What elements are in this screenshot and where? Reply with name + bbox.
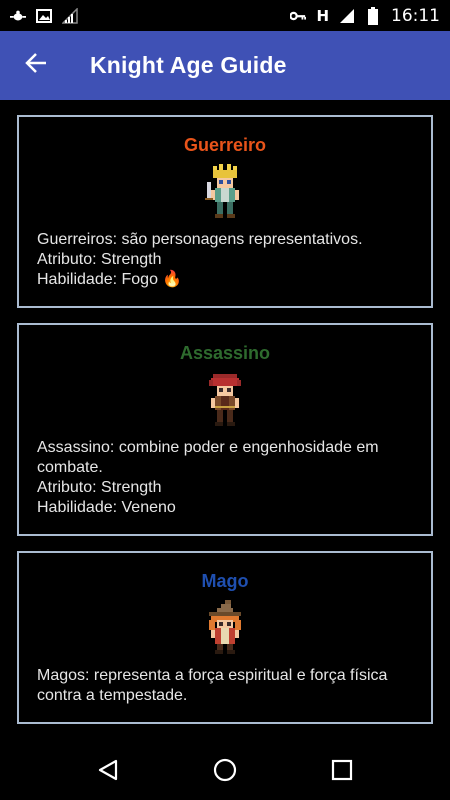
card-description: Assassino: combine poder e engenhosidade… — [37, 439, 379, 476]
class-card-assassino: Assassino Assassino: combine poder e eng… — [17, 323, 433, 536]
card-attribute: Atributo: Strength — [37, 479, 162, 496]
nav-recents-button[interactable] — [317, 745, 367, 795]
key-icon — [290, 8, 307, 24]
card-title: Mago — [201, 571, 249, 591]
class-list[interactable]: Guerreiro Guerreiros: são personagens re… — [0, 100, 450, 740]
assassin-sprite — [209, 374, 241, 426]
card-description: Magos: representa a força espiritual e f… — [37, 667, 388, 704]
signal-empty-icon — [62, 7, 78, 24]
card-title: Guerreiro — [183, 135, 267, 155]
warrior-sprite — [205, 164, 239, 218]
nav-back-button[interactable] — [83, 745, 133, 795]
card-ability: Habilidade: Veneno — [37, 499, 176, 516]
page-title: Knight Age Guide — [90, 52, 287, 78]
network-type-label: H — [316, 6, 329, 25]
system-nav-bar — [0, 740, 450, 800]
card-description: Guerreiros: são personagens representati… — [37, 231, 363, 248]
arrow-left-icon — [25, 53, 47, 78]
signal-icon — [339, 8, 355, 24]
circle-home-icon — [213, 758, 237, 782]
card-title: Assassino — [179, 343, 271, 363]
battery-icon — [365, 6, 381, 25]
clock: 16:11 — [391, 5, 440, 26]
class-card-mago: Mago Magos: representa a força espiritua… — [17, 551, 433, 724]
status-bar: H 16:11 — [0, 0, 450, 31]
mage-sprite — [209, 600, 241, 654]
triangle-back-icon — [99, 759, 118, 781]
app-bar: Knight Age Guide — [0, 31, 450, 100]
nav-home-button[interactable] — [200, 745, 250, 795]
image-icon — [36, 8, 52, 24]
card-ability: Habilidade: Fogo 🔥 — [37, 271, 183, 288]
class-card-guerreiro: Guerreiro Guerreiros: são personagens re… — [17, 115, 433, 308]
bug-icon — [10, 8, 26, 24]
square-recents-icon — [331, 759, 352, 781]
card-attribute: Atributo: Strength — [37, 251, 162, 268]
back-button[interactable] — [0, 31, 72, 100]
